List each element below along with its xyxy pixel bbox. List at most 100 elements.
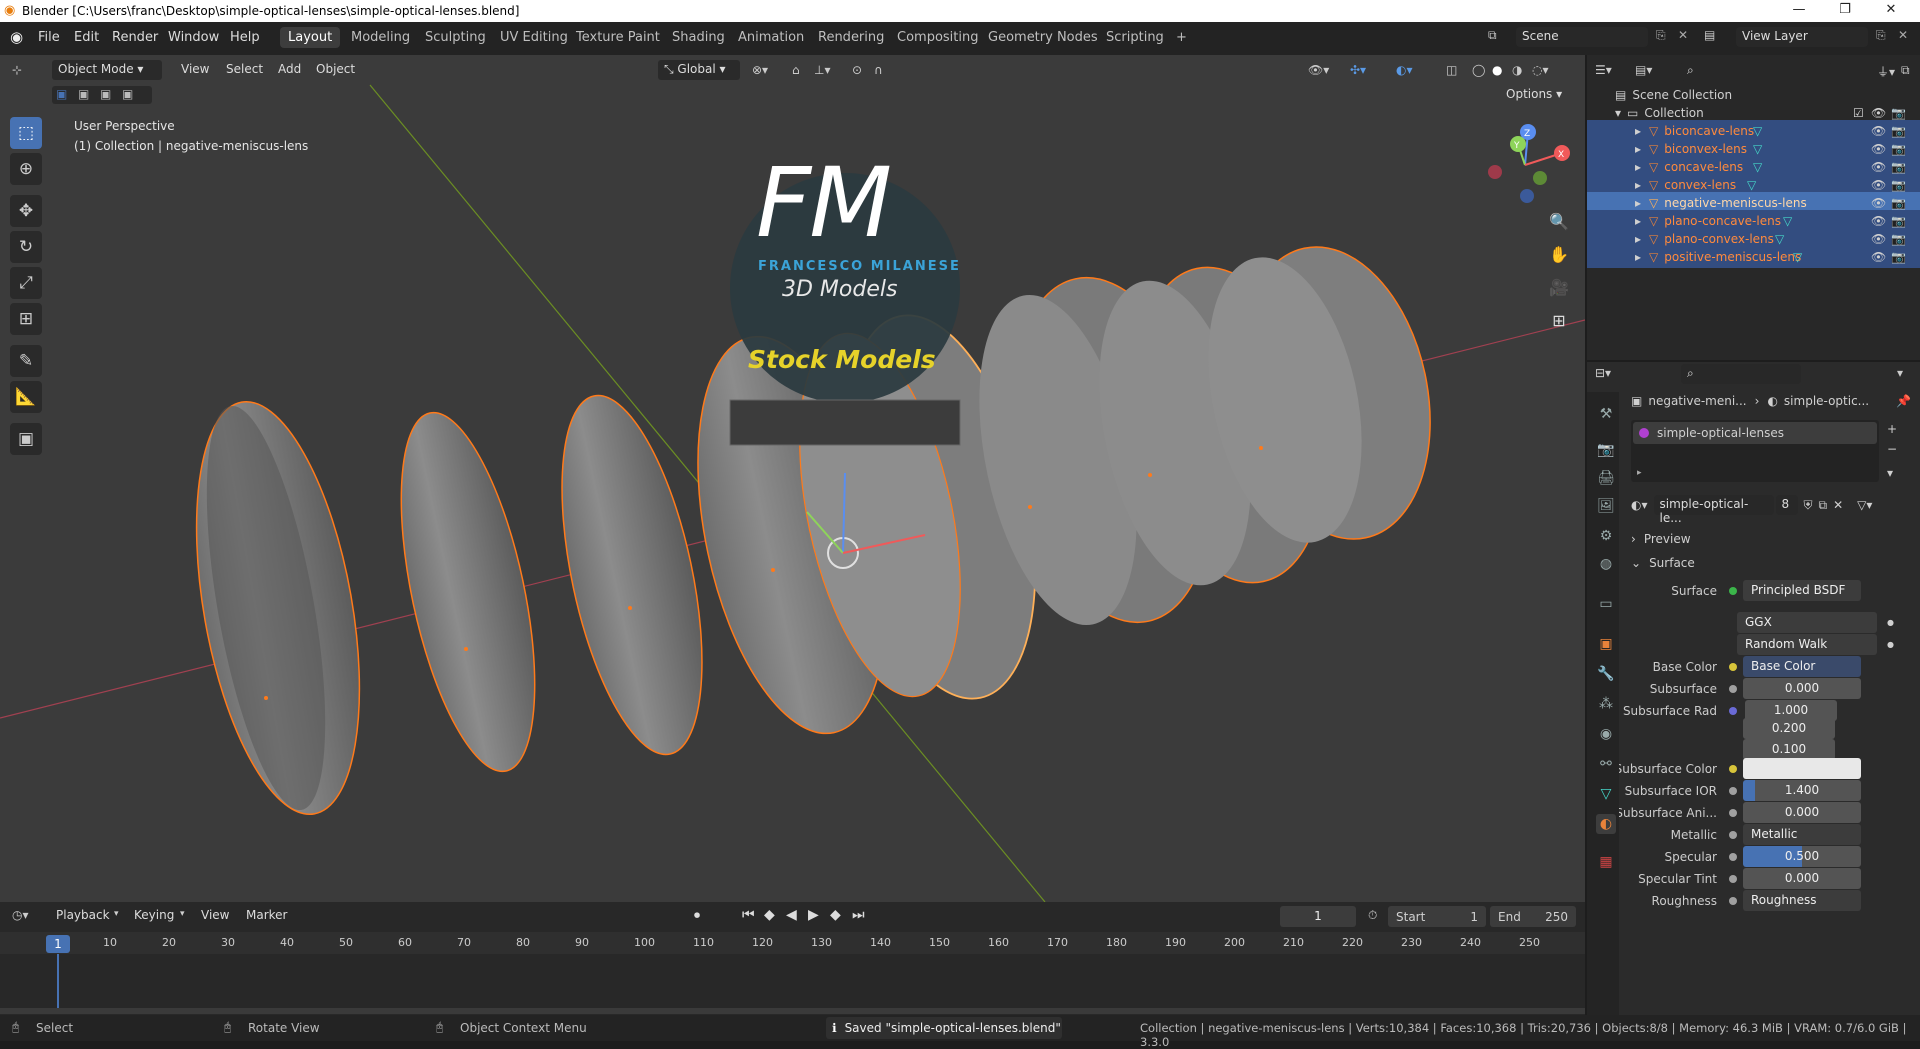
overlay-toggle-icon[interactable]: ◐▾ [1396,63,1413,77]
playhead-frame[interactable]: 1 [46,935,70,953]
material-slot-item[interactable]: simple-optical-lenses [1633,422,1877,444]
subsurface-radius-z[interactable]: 0.100 [1743,739,1835,760]
subsurface-method-dropdown[interactable]: Random Walk [1737,634,1877,655]
cursor-tool[interactable]: ⊕ [10,153,42,185]
tab-sculpting[interactable]: Sculpting [417,27,494,48]
select-subtract-icon[interactable]: ▣ [100,87,111,101]
material-browse-icon[interactable]: ◐▾ [1631,498,1648,512]
roughness-field[interactable]: Roughness [1743,890,1861,911]
move-tool[interactable]: ✥ [10,195,42,227]
clock-icon[interactable]: ⏱ [1368,908,1377,923]
record-icon[interactable]: ⏺ [694,908,700,923]
ortho-grid-icon[interactable]: ⊞ [1546,308,1572,334]
visibility-icon[interactable]: 👁▾ [1308,63,1329,77]
add-workspace-button[interactable]: + [1168,27,1195,48]
output-tab-icon[interactable]: 🖨 [1596,468,1616,488]
camera-icon[interactable]: 📷 [1891,160,1906,174]
eye-icon[interactable]: 👁 [1871,124,1886,138]
physics-tab-icon[interactable]: ◉ [1596,724,1616,744]
scene-icon[interactable]: ⧉ [1488,28,1497,43]
snap-target-icon[interactable]: ⊥▾ [814,63,830,77]
transform-orientation[interactable]: ⤡ Global ▾ [658,60,740,80]
eye-icon[interactable]: 👁 [1871,214,1886,228]
tab-geometry-nodes[interactable]: Geometry Nodes [980,27,1106,48]
duplicate-icon[interactable]: ⧉ [1819,498,1828,513]
mode-selector[interactable]: Object Mode ▾ [52,60,162,80]
world-tab-icon[interactable]: ◍ [1596,554,1616,574]
play-icon[interactable]: ▶ [808,907,819,923]
menu-select[interactable]: Select [220,60,269,78]
camera-icon[interactable]: 📷 [1891,142,1906,156]
select-box-tool[interactable]: ⬚ [10,117,42,149]
camera-view-icon[interactable]: 🎥 [1546,275,1572,301]
tab-scripting[interactable]: Scripting [1098,27,1172,48]
menu-render[interactable]: Render [106,28,164,47]
new-collection-icon[interactable]: ⧉ [1901,63,1910,78]
surface-panel-header[interactable]: ⌄ Surface [1631,556,1695,570]
menu-window[interactable]: Window [162,28,225,47]
maximize-button[interactable]: ❐ [1822,2,1868,17]
fake-user-icon[interactable]: ⛨ [1804,498,1813,513]
tab-texture-paint[interactable]: Texture Paint [568,27,668,48]
subsurface-aniso-field[interactable]: 0.000 [1743,802,1861,823]
keyframe-dot-icon[interactable]: ● [1887,618,1894,627]
wireframe-shading-icon[interactable]: ◯ [1472,63,1485,77]
jump-end-icon[interactable]: ⏭ [852,907,865,923]
mesh-data-icon[interactable]: ▽ [1775,232,1784,246]
select-mode-buttons[interactable]: ▣ ▣ ▣ ▣ [52,86,152,104]
data-tab-icon[interactable]: ▽ [1596,784,1616,804]
camera-icon[interactable]: 📷 [1891,232,1906,246]
menu-keying[interactable]: Keying [128,906,180,924]
xray-icon[interactable]: ◫ [1446,63,1457,77]
collection-expand-icon[interactable]: ▾ [1615,106,1621,120]
rotate-tool[interactable]: ↻ [10,231,42,263]
eye-icon[interactable]: 👁 [1871,196,1886,210]
menu-playback[interactable]: Playback [50,906,116,924]
remove-view-layer-icon[interactable]: ✕ [1898,28,1908,42]
tab-layout[interactable]: Layout [280,27,341,48]
expand-icon[interactable]: ▸ [1635,142,1641,156]
3d-viewport[interactable]: FM FRANCESCO MILANESE 3D Models Stock Mo… [0,55,1585,902]
subsurface-ior-field[interactable]: 1.400 [1743,780,1861,801]
mesh-data-icon[interactable]: ▽ [1783,214,1792,228]
remove-slot-icon[interactable]: − [1887,442,1897,456]
texture-tab-icon[interactable]: ▦ [1596,852,1616,872]
material-datablock[interactable]: ◐▾ simple-optical-le... 8 ⛨ ⧉ ✕ ▽▾ [1631,494,1901,525]
report-message[interactable]: ℹ Saved "simple-optical-lenses.blend" [826,1017,1062,1039]
eye-icon[interactable]: 👁 [1871,178,1886,192]
proportional-edit-icon[interactable]: ⊙ [852,63,862,77]
keyframe-dot-icon[interactable]: ● [1887,640,1894,649]
select-new-icon[interactable]: ▣ [56,87,67,101]
expand-icon[interactable]: ▸ [1635,160,1641,174]
close-button[interactable]: ✕ [1868,2,1914,17]
annotate-tool[interactable]: ✎ [10,345,42,377]
scale-tool[interactable]: ⤢ [10,267,42,299]
blender-menu-icon[interactable]: ◉ [10,28,23,46]
mesh-data-icon[interactable]: ▽ [1793,250,1802,264]
eye-icon[interactable]: 👁 [1871,160,1886,174]
pin-icon[interactable]: 📌 [1896,394,1911,408]
filter-icon[interactable]: ⏚▾ [1877,63,1895,80]
outliner-item[interactable]: ▸ ▽ positive-meniscus-lens ▽ 👁 📷 [1587,246,1920,268]
collection-eye-icon[interactable]: 👁 [1871,106,1886,120]
camera-icon[interactable]: 📷 [1891,178,1906,192]
outliner-editor-icon[interactable]: ☰▾ [1595,63,1612,77]
start-frame-field[interactable]: Start 1 [1388,906,1486,927]
distribution-dropdown[interactable]: GGX [1737,612,1877,633]
prev-keyframe-icon[interactable]: ◆ [764,907,775,923]
collection-render-icon[interactable]: 📷 [1891,106,1906,120]
new-view-layer-icon[interactable]: ⎘ [1876,28,1886,43]
chevron-down-icon[interactable]: ▾ [1897,366,1903,380]
unlink-icon[interactable]: ✕ [1833,498,1843,512]
new-scene-icon[interactable]: ⎘ [1656,28,1666,43]
expand-icon[interactable]: ▸ [1635,250,1641,264]
specular-tint-field[interactable]: 0.000 [1743,868,1861,889]
link-type-icon[interactable]: ▽▾ [1857,498,1872,512]
snap-icon[interactable]: ⌂ [792,63,800,77]
properties-search-input[interactable]: ⌕ [1681,364,1801,384]
metallic-field[interactable]: Metallic [1743,824,1861,845]
tab-compositing[interactable]: Compositing [889,27,987,48]
constraints-tab-icon[interactable]: ⚯ [1596,754,1616,774]
modifier-tab-icon[interactable]: 🔧 [1596,664,1616,684]
pan-hand-icon[interactable]: ✋ [1546,242,1572,268]
